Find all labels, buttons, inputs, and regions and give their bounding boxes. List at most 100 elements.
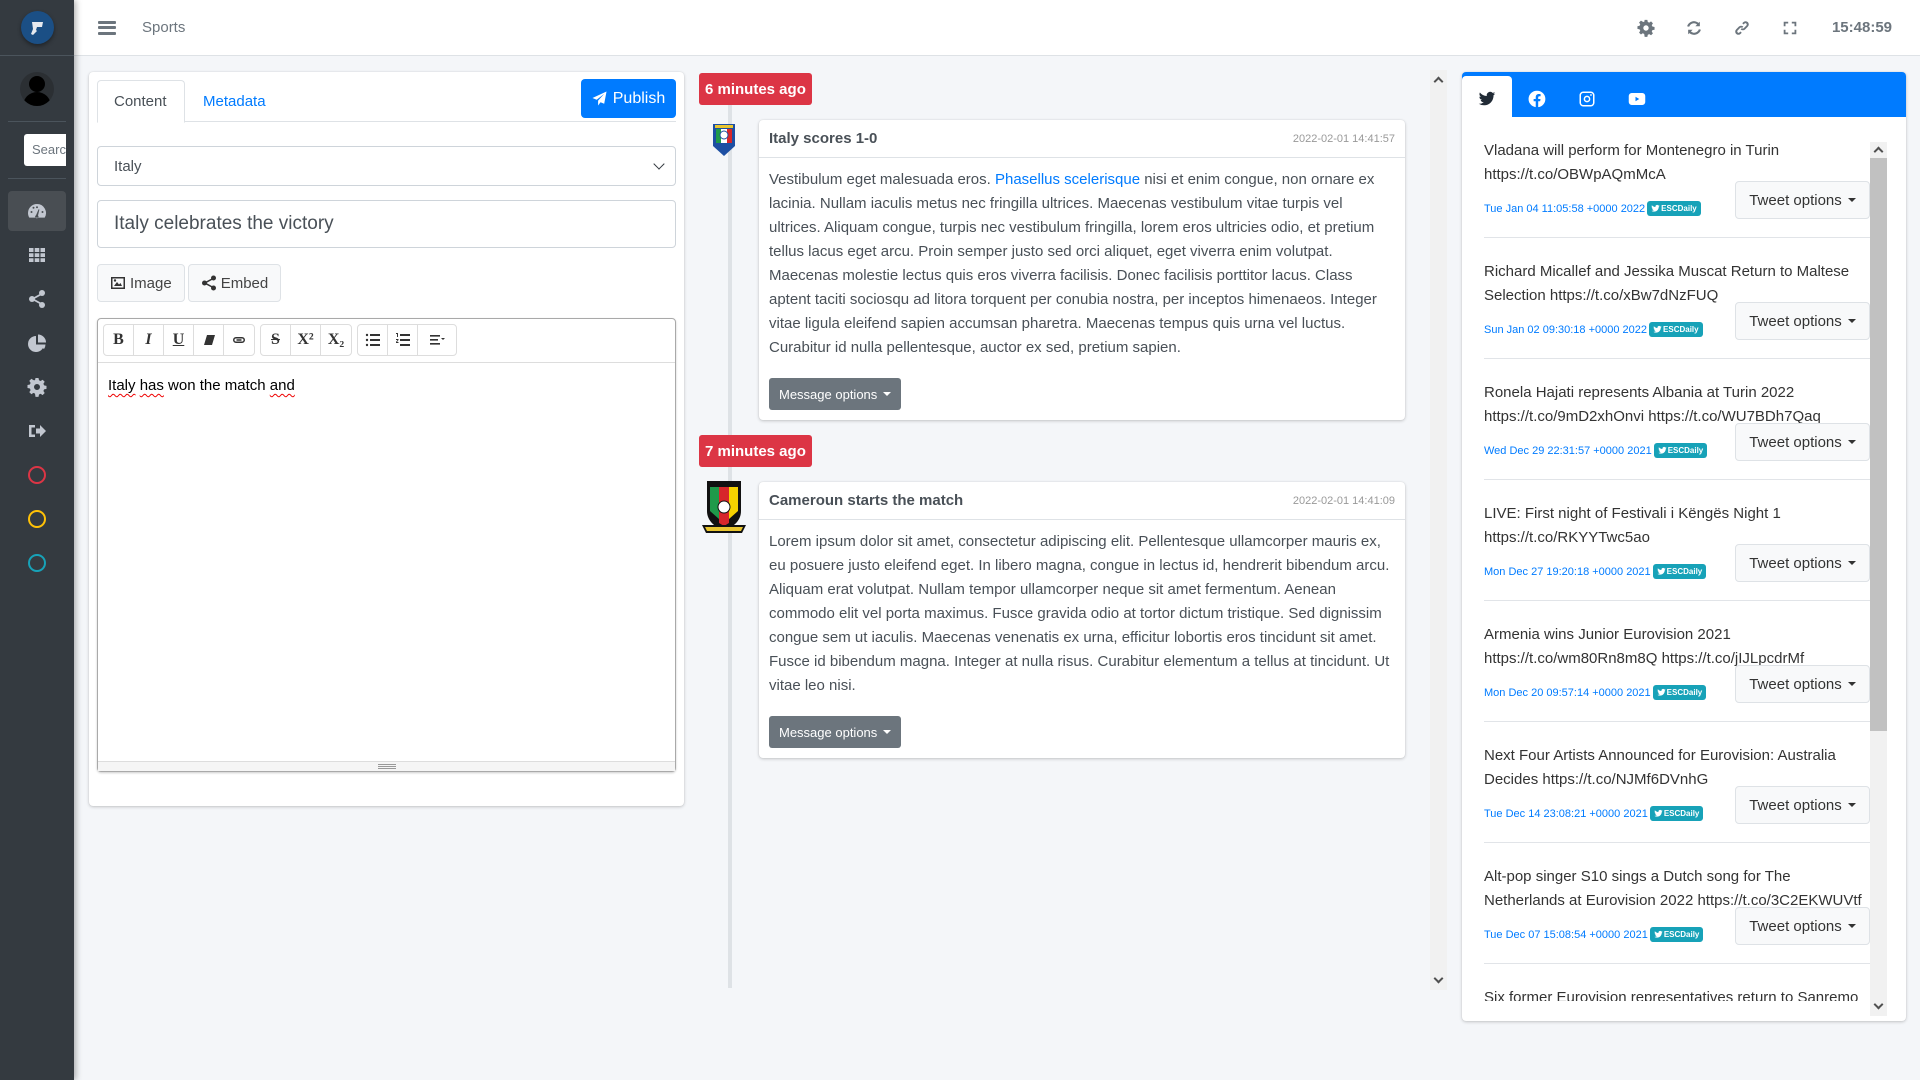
publish-button[interactable]: Publish <box>581 79 676 118</box>
sidebar-item-grid[interactable] <box>8 235 66 275</box>
avatar[interactable] <box>20 71 54 106</box>
sidebar-item-status-yellow[interactable] <box>8 499 66 539</box>
sidebar-item-share[interactable] <box>8 279 66 319</box>
eraser-icon <box>203 335 215 345</box>
scroll-down-icon[interactable] <box>1873 999 1884 1010</box>
misspelled-word: and <box>269 377 295 394</box>
tweet-feed: Vladana will perform for Montenegro in T… <box>1462 117 1906 1001</box>
publish-label: Publish <box>612 89 666 107</box>
align-dropdown-button[interactable] <box>418 325 456 355</box>
sidebar-nav <box>0 191 74 587</box>
sidebar-search-input[interactable]: Search <box>24 134 66 166</box>
tweet-item: Armenia wins Junior Eurovision 2021 http… <box>1484 601 1870 722</box>
menu-toggle-icon[interactable] <box>98 20 116 35</box>
italic-button[interactable]: I <box>134 325 164 355</box>
numbered-list-button[interactable] <box>388 325 418 355</box>
scrollbar-thumb[interactable] <box>1870 158 1887 731</box>
link-button[interactable] <box>1718 8 1766 48</box>
message-options-button[interactable]: Message options <box>769 716 902 748</box>
account-badge-label: ESCDaily <box>1663 930 1700 939</box>
editor-resize-handle[interactable] <box>98 761 675 771</box>
brand[interactable] <box>0 0 74 56</box>
embed-button[interactable]: Embed <box>187 264 282 302</box>
tweet-date[interactable]: Mon Dec 27 19:20:18 +0000 2021 <box>1484 566 1651 578</box>
tweet-options-button[interactable]: Tweet options <box>1735 181 1870 219</box>
scroll-up-icon[interactable] <box>1433 76 1444 87</box>
subscript-button[interactable]: X₂ <box>321 325 351 355</box>
editor-content[interactable]: Italy has won the match and <box>98 363 675 408</box>
tweet-options-button[interactable]: Tweet options <box>1735 544 1870 582</box>
tweet-options-label: Tweet options <box>1749 312 1842 330</box>
tab-twitter[interactable] <box>1462 76 1512 121</box>
tweet-item: Vladana will perform for Montenegro in T… <box>1484 117 1870 238</box>
fullscreen-button[interactable] <box>1766 8 1814 48</box>
caret-down-icon <box>883 392 892 396</box>
editor-text: won the match <box>168 377 266 394</box>
tweet-options-button[interactable]: Tweet options <box>1735 665 1870 703</box>
tweet-options-label: Tweet options <box>1749 796 1842 814</box>
entry-link[interactable]: Phasellus scelerisque <box>995 171 1140 188</box>
strikethrough-button[interactable]: S <box>261 325 291 355</box>
sidebar-item-logout[interactable] <box>8 411 66 451</box>
settings-button[interactable] <box>1622 8 1670 48</box>
facebook-icon <box>1528 90 1546 107</box>
tab-facebook[interactable] <box>1512 76 1562 121</box>
user-panel[interactable] <box>8 56 66 122</box>
account-badge: ESCDaily <box>1647 201 1701 216</box>
message-options-label: Message options <box>779 386 878 402</box>
tweet-date[interactable]: Tue Dec 14 23:08:21 +0000 2021 <box>1484 808 1648 820</box>
tweet-options-label: Tweet options <box>1749 554 1842 572</box>
sidebar-item-status-teal[interactable] <box>8 543 66 583</box>
timeline-entry: Cameroun starts the match 2022-02-01 14:… <box>759 482 1405 758</box>
tweet-options-button[interactable]: Tweet options <box>1735 786 1870 824</box>
tweet-date[interactable]: Wed Dec 29 22:31:57 +0000 2021 <box>1484 445 1652 457</box>
tweet-date[interactable]: Tue Dec 07 15:08:54 +0000 2021 <box>1484 929 1648 941</box>
message-options-button[interactable]: Message options <box>769 378 902 410</box>
bold-button[interactable]: B <box>104 325 134 355</box>
tab-instagram[interactable] <box>1562 76 1612 121</box>
title-input[interactable]: Italy celebrates the victory <box>97 200 676 248</box>
tweet-date[interactable]: Mon Dec 20 09:57:14 +0000 2021 <box>1484 687 1651 699</box>
image-label: Image <box>130 274 172 292</box>
tweet-text: Ronela Hajati represents Albania at Turi… <box>1484 384 1821 425</box>
tweet-feed-scrollbar[interactable] <box>1870 142 1887 1016</box>
refresh-button[interactable] <box>1670 8 1718 48</box>
tab-content[interactable]: Content <box>97 80 185 123</box>
sidebar-item-settings[interactable] <box>8 367 66 407</box>
timeline-scrollbar[interactable] <box>1430 70 1447 990</box>
sign-out-icon <box>29 425 46 437</box>
account-badge: ESCDaily <box>1653 443 1708 458</box>
sidebar-item-reports[interactable] <box>8 323 66 363</box>
sidebar-item-status-red[interactable] <box>8 455 66 495</box>
tweet-options-button[interactable]: Tweet options <box>1735 423 1870 461</box>
link-button[interactable] <box>224 325 254 355</box>
tweet-date[interactable]: Tue Jan 04 11:05:58 +0000 2022 <box>1484 203 1645 215</box>
pie-chart-icon <box>28 334 46 352</box>
tweet-options-button[interactable]: Tweet options <box>1735 907 1870 945</box>
sidebar-item-dashboard[interactable] <box>8 191 66 231</box>
message-options-label: Message options <box>779 724 878 740</box>
tweet-options-button[interactable]: Tweet options <box>1735 302 1870 340</box>
tab-youtube[interactable] <box>1612 76 1662 121</box>
scroll-down-icon[interactable] <box>1433 973 1444 984</box>
tweet-text: Richard Micallef and Jessika Muscat Retu… <box>1484 263 1850 304</box>
superscript-button[interactable]: X² <box>291 325 321 355</box>
bullet-list-button[interactable] <box>358 325 388 355</box>
tweet-date[interactable]: Sun Jan 02 09:30:18 +0000 2022 <box>1484 324 1647 336</box>
twitter-icon <box>1654 809 1663 817</box>
gear-icon <box>27 378 47 397</box>
scroll-up-icon[interactable] <box>1873 146 1884 157</box>
brand-logo-icon[interactable] <box>20 11 54 44</box>
entry-timestamp: 2022-02-01 14:41:09 <box>1292 494 1395 507</box>
tweet-text: Armenia wins Junior Eurovision 2021 http… <box>1484 626 1805 667</box>
twitter-icon <box>1651 204 1660 212</box>
entry-title: Italy scores 1-0 <box>769 130 878 147</box>
tweet-text: Alt-pop singer S10 sings a Dutch song fo… <box>1484 868 1862 909</box>
sidebar-divider <box>8 178 66 179</box>
team-select[interactable]: Italy <box>97 146 676 186</box>
tab-metadata[interactable]: Metadata <box>187 80 282 123</box>
caret-down-icon <box>883 730 892 734</box>
underline-button[interactable]: U <box>164 325 194 355</box>
clear-format-button[interactable] <box>194 325 224 355</box>
insert-image-button[interactable]: Image <box>97 264 185 302</box>
